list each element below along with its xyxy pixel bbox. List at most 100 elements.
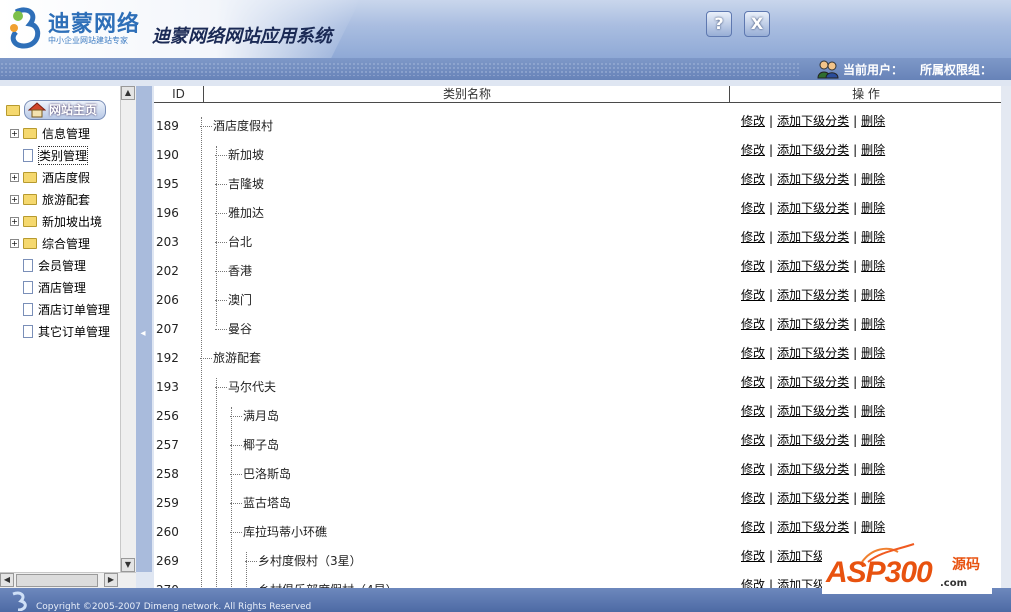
add-subcategory-link[interactable]: 添加下级分类 xyxy=(777,462,849,476)
row-id: 260 xyxy=(156,525,179,539)
delete-link[interactable]: 删除 xyxy=(861,201,885,215)
row-actions: 修改|添加下级分类|删除 xyxy=(741,344,885,361)
delete-link[interactable]: 删除 xyxy=(861,433,885,447)
help-button[interactable]: ? xyxy=(706,11,732,37)
scroll-thumb[interactable] xyxy=(16,574,98,587)
edit-link[interactable]: 修改 xyxy=(741,288,765,302)
document-icon xyxy=(23,148,33,162)
edit-link[interactable]: 修改 xyxy=(741,520,765,534)
edit-link[interactable]: 修改 xyxy=(741,143,765,157)
add-subcategory-link[interactable]: 添加下级分类 xyxy=(777,520,849,534)
sidebar-item-label[interactable]: 综合管理 xyxy=(42,235,90,252)
category-name-cell: 台北 xyxy=(215,233,252,250)
sidebar-item[interactable]: + 综合管理 xyxy=(10,233,90,253)
sidebar-item[interactable]: + 新加坡出境 xyxy=(10,211,102,231)
edit-link[interactable]: 修改 xyxy=(741,375,765,389)
delete-link[interactable]: 删除 xyxy=(861,462,885,476)
delete-link[interactable]: 删除 xyxy=(861,288,885,302)
row-id: 190 xyxy=(156,148,179,162)
add-subcategory-link[interactable]: 添加下级分类 xyxy=(777,288,849,302)
separator: | xyxy=(853,201,858,215)
scroll-right-arrow-icon[interactable]: ▶ xyxy=(104,573,118,587)
sidebar-item-label[interactable]: 信息管理 xyxy=(42,125,90,142)
collapse-arrow-icon[interactable]: ◂ xyxy=(138,320,148,348)
sidebar-item[interactable]: 酒店订单管理 xyxy=(10,299,110,319)
delete-link[interactable]: 删除 xyxy=(861,404,885,418)
add-subcategory-link[interactable]: 添加下级分类 xyxy=(777,230,849,244)
delete-link[interactable]: 删除 xyxy=(861,317,885,331)
sidebar-vertical-scrollbar[interactable]: ▲ ▼ xyxy=(120,86,136,572)
scroll-left-arrow-icon[interactable]: ◀ xyxy=(0,573,14,587)
separator: | xyxy=(769,404,774,418)
add-subcategory-link[interactable]: 添加下级分类 xyxy=(777,259,849,273)
category-name-cell: 巴洛斯岛 xyxy=(230,465,291,482)
sidebar-item[interactable]: 酒店管理 xyxy=(10,277,86,297)
sidebar-item-label[interactable]: 酒店订单管理 xyxy=(38,301,110,318)
add-subcategory-link[interactable]: 添加下级分类 xyxy=(777,491,849,505)
edit-link[interactable]: 修改 xyxy=(741,578,765,588)
delete-link[interactable]: 删除 xyxy=(861,491,885,505)
sidebar-item-label[interactable]: 酒店度假 xyxy=(42,169,90,186)
sidebar-item[interactable]: + 旅游配套 xyxy=(10,189,90,209)
delete-link[interactable]: 删除 xyxy=(861,143,885,157)
sidebar-item-label[interactable]: 新加坡出境 xyxy=(42,213,102,230)
sidebar-horizontal-scrollbar[interactable]: ◀ ▶ xyxy=(0,572,136,588)
edit-link[interactable]: 修改 xyxy=(741,172,765,186)
sidebar-item-label[interactable]: 其它订单管理 xyxy=(38,323,110,340)
edit-link[interactable]: 修改 xyxy=(741,259,765,273)
delete-link[interactable]: 删除 xyxy=(861,346,885,360)
delete-link[interactable]: 删除 xyxy=(861,375,885,389)
delete-link[interactable]: 删除 xyxy=(861,520,885,534)
add-subcategory-link[interactable]: 添加下级分类 xyxy=(777,317,849,331)
delete-link[interactable]: 删除 xyxy=(861,259,885,273)
delete-link[interactable]: 删除 xyxy=(861,114,885,128)
delete-link[interactable]: 删除 xyxy=(861,230,885,244)
expand-plus-icon[interactable]: + xyxy=(10,172,19,182)
category-name-cell: 椰子岛 xyxy=(230,436,279,453)
sidebar-item-label[interactable]: 旅游配套 xyxy=(42,191,90,208)
document-icon xyxy=(23,324,33,338)
sidebar-item[interactable]: 会员管理 xyxy=(10,255,86,275)
edit-link[interactable]: 修改 xyxy=(741,433,765,447)
edit-link[interactable]: 修改 xyxy=(741,491,765,505)
edit-link[interactable]: 修改 xyxy=(741,317,765,331)
sidebar-item[interactable]: 类别管理 xyxy=(10,145,89,165)
house-icon xyxy=(28,102,46,118)
folder-icon xyxy=(23,237,37,249)
edit-link[interactable]: 修改 xyxy=(741,346,765,360)
scroll-up-arrow-icon[interactable]: ▲ xyxy=(121,86,135,100)
add-subcategory-link[interactable]: 添加下级分类 xyxy=(777,114,849,128)
table-header: ID 类别名称 操 作 xyxy=(154,86,1001,103)
scroll-down-arrow-icon[interactable]: ▼ xyxy=(121,558,135,572)
edit-link[interactable]: 修改 xyxy=(741,549,765,563)
expand-plus-icon[interactable]: + xyxy=(10,216,19,226)
expand-plus-icon[interactable]: + xyxy=(10,238,19,248)
watermark-com: .com xyxy=(940,578,968,589)
edit-link[interactable]: 修改 xyxy=(741,462,765,476)
sidebar-item[interactable]: + 信息管理 xyxy=(10,123,90,143)
expand-plus-icon[interactable]: + xyxy=(10,128,19,138)
expand-plus-icon[interactable]: + xyxy=(10,194,19,204)
add-subcategory-link[interactable]: 添加下级分类 xyxy=(777,201,849,215)
sidebar-item-label[interactable]: 类别管理 xyxy=(38,145,89,165)
add-subcategory-link[interactable]: 添加下级分类 xyxy=(777,172,849,186)
sidebar-item[interactable]: 其它订单管理 xyxy=(10,321,110,341)
edit-link[interactable]: 修改 xyxy=(741,230,765,244)
sidebar-item-label[interactable]: 酒店管理 xyxy=(38,279,86,296)
add-subcategory-link[interactable]: 添加下级分类 xyxy=(777,346,849,360)
add-subcategory-link[interactable]: 添加下级分类 xyxy=(777,404,849,418)
main-scrollbar[interactable] xyxy=(1001,86,1011,588)
add-subcategory-link[interactable]: 添加下级分类 xyxy=(777,433,849,447)
edit-link[interactable]: 修改 xyxy=(741,114,765,128)
sidebar-item[interactable]: + 酒店度假 xyxy=(10,167,90,187)
add-subcategory-link[interactable]: 添加下级分类 xyxy=(777,375,849,389)
row-id: 256 xyxy=(156,409,179,423)
category-name: 雅加达 xyxy=(228,206,265,220)
edit-link[interactable]: 修改 xyxy=(741,404,765,418)
sidebar-item-label[interactable]: 会员管理 xyxy=(38,257,86,274)
delete-link[interactable]: 删除 xyxy=(861,172,885,186)
home-link[interactable]: 网站主页 xyxy=(24,100,107,120)
add-subcategory-link[interactable]: 添加下级分类 xyxy=(777,143,849,157)
logout-button[interactable]: X xyxy=(744,11,770,37)
edit-link[interactable]: 修改 xyxy=(741,201,765,215)
